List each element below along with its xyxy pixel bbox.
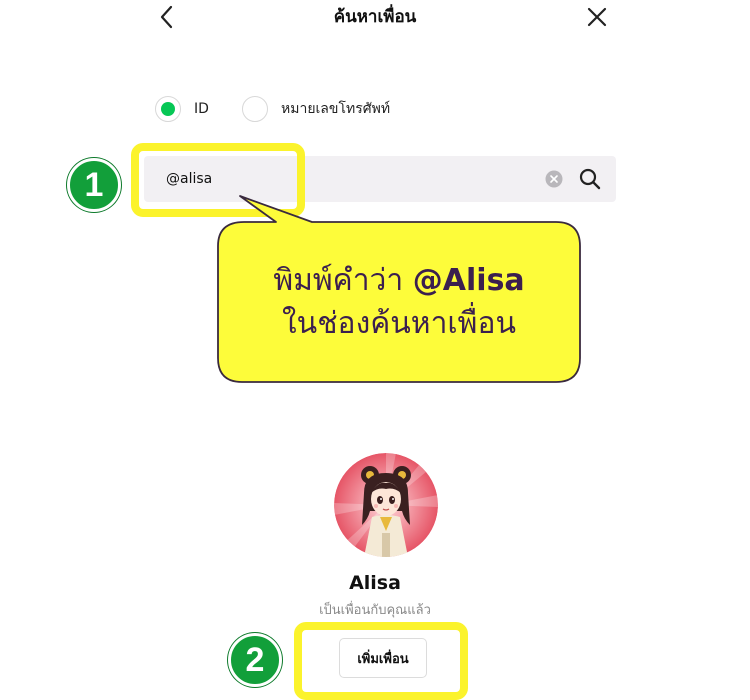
- radio-circle-unselected: [242, 96, 268, 122]
- step-1-badge: 1: [67, 158, 121, 212]
- avatar-illustration: [334, 453, 438, 557]
- friend-status: เป็นเพื่อนกับคุณแล้ว: [319, 603, 431, 618]
- close-icon: [587, 7, 607, 27]
- clear-input-icon[interactable]: [545, 170, 563, 188]
- callout-line-2: ในช่องค้นหาเพื่อน: [282, 306, 516, 341]
- callout-prefix: พิมพ์คำว่า: [273, 262, 413, 298]
- callout-line-1: พิมพ์คำว่า @Alisa: [273, 259, 524, 303]
- callout-text: พิมพ์คำว่า @Alisa ในช่องค้นหาเพื่อน: [218, 222, 580, 382]
- search-input[interactable]: [166, 156, 526, 202]
- close-button[interactable]: [580, 2, 614, 32]
- radio-label-id: ID: [194, 101, 209, 117]
- radio-circle-selected: [155, 96, 181, 122]
- search-type-id-radio[interactable]: ID: [155, 96, 209, 122]
- radio-label-phone: หมายเลขโทรศัพท์: [281, 101, 391, 117]
- profile-name: Alisa: [349, 572, 401, 594]
- radio-selected-dot: [161, 102, 175, 116]
- add-friend-button[interactable]: เพิ่มเพื่อน: [339, 638, 427, 678]
- search-icon[interactable]: [578, 167, 602, 191]
- search-friend-screen: ค้นหาเพื่อน ID หมายเลขโทรศัพท์ 1: [0, 0, 750, 700]
- step-2-badge: 2: [228, 633, 282, 687]
- search-type-phone-radio[interactable]: หมายเลขโทรศัพท์: [242, 96, 390, 122]
- callout-keyword: @Alisa: [412, 262, 525, 298]
- page-title: ค้นหาเพื่อน: [333, 7, 417, 27]
- search-bar: [144, 156, 616, 202]
- avatar: [334, 453, 438, 557]
